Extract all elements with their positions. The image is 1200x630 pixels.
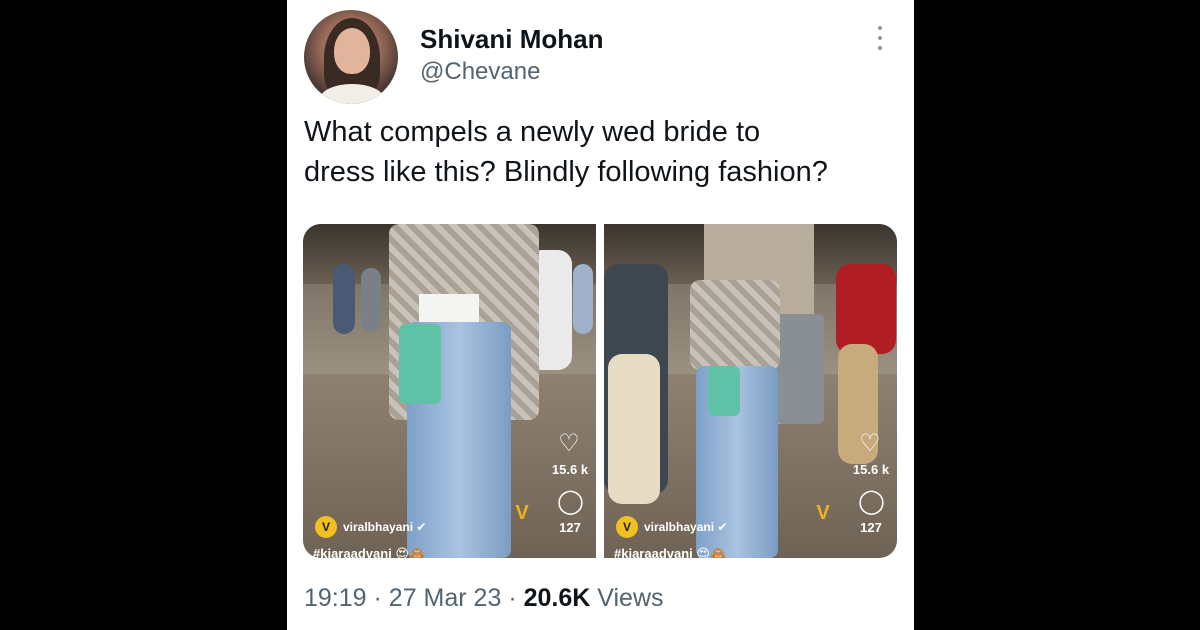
channel-logo-icon: V	[515, 502, 529, 524]
media-grid: ♡ 15.6 k ◯ 127 V V viralbhayani ✔ #kiara…	[303, 224, 897, 558]
background-person	[361, 268, 381, 332]
meta-separator: ·	[508, 584, 517, 612]
tweet-meta: 19:19 · 27 Mar 23 · 20.6K Views	[304, 584, 664, 613]
more-options-icon[interactable]	[873, 26, 887, 50]
hashtag[interactable]: #kiaraadvani 😍🙈	[313, 546, 425, 558]
channel-name[interactable]: viralbhayani ✔	[343, 520, 426, 534]
channel-logo-icon: V	[816, 502, 830, 524]
display-name[interactable]: Shivani Mohan	[420, 24, 603, 55]
background-person	[333, 264, 355, 334]
avatar-face	[334, 28, 370, 74]
background-person	[836, 264, 896, 354]
tweet-card: Shivani Mohan @Chevane What compels a ne…	[287, 0, 914, 630]
comment-icon[interactable]: ◯	[557, 490, 584, 514]
comment-icon[interactable]: ◯	[858, 490, 885, 514]
tweet-text: What compels a newly wed bride to dress …	[304, 112, 904, 192]
avatar[interactable]	[304, 10, 398, 104]
verified-icon: ✔	[416, 520, 427, 534]
hashtag[interactable]: #kiaraadvani 😍🙈	[614, 546, 726, 558]
views-count: 20.6K	[523, 584, 591, 612]
comments-count: 127	[860, 520, 882, 535]
background-person	[573, 264, 593, 334]
meta-separator: ·	[373, 584, 382, 612]
tweet-text-line-2: dress like this? Blindly following fashi…	[304, 156, 828, 188]
tweet-time[interactable]: 19:19	[304, 584, 367, 612]
background-person	[608, 354, 660, 504]
views-label: Views	[597, 584, 664, 612]
heart-icon[interactable]: ♡	[557, 432, 581, 456]
likes-count: 15.6 k	[852, 462, 890, 477]
channel-name[interactable]: viralbhayani ✔	[644, 520, 727, 534]
scarf	[690, 280, 780, 370]
handbag	[708, 366, 740, 416]
tweet-date[interactable]: 27 Mar 23	[389, 584, 502, 612]
white-top	[419, 294, 479, 324]
trash-bin	[776, 314, 824, 424]
verified-icon: ✔	[717, 520, 728, 534]
media-photo-1[interactable]: ♡ 15.6 k ◯ 127 V V viralbhayani ✔ #kiara…	[303, 224, 596, 558]
channel-avatar[interactable]: V	[616, 516, 638, 538]
comments-count: 127	[559, 520, 581, 535]
channel-avatar[interactable]: V	[315, 516, 337, 538]
likes-count: 15.6 k	[551, 462, 589, 477]
media-photo-2[interactable]: ♡ 15.6 k ◯ 127 V V viralbhayani ✔ #kiara…	[604, 224, 897, 558]
tweet-text-line-1: What compels a newly wed bride to	[304, 116, 761, 148]
user-handle[interactable]: @Chevane	[420, 58, 540, 86]
heart-icon[interactable]: ♡	[858, 432, 882, 456]
handbag	[399, 324, 441, 404]
